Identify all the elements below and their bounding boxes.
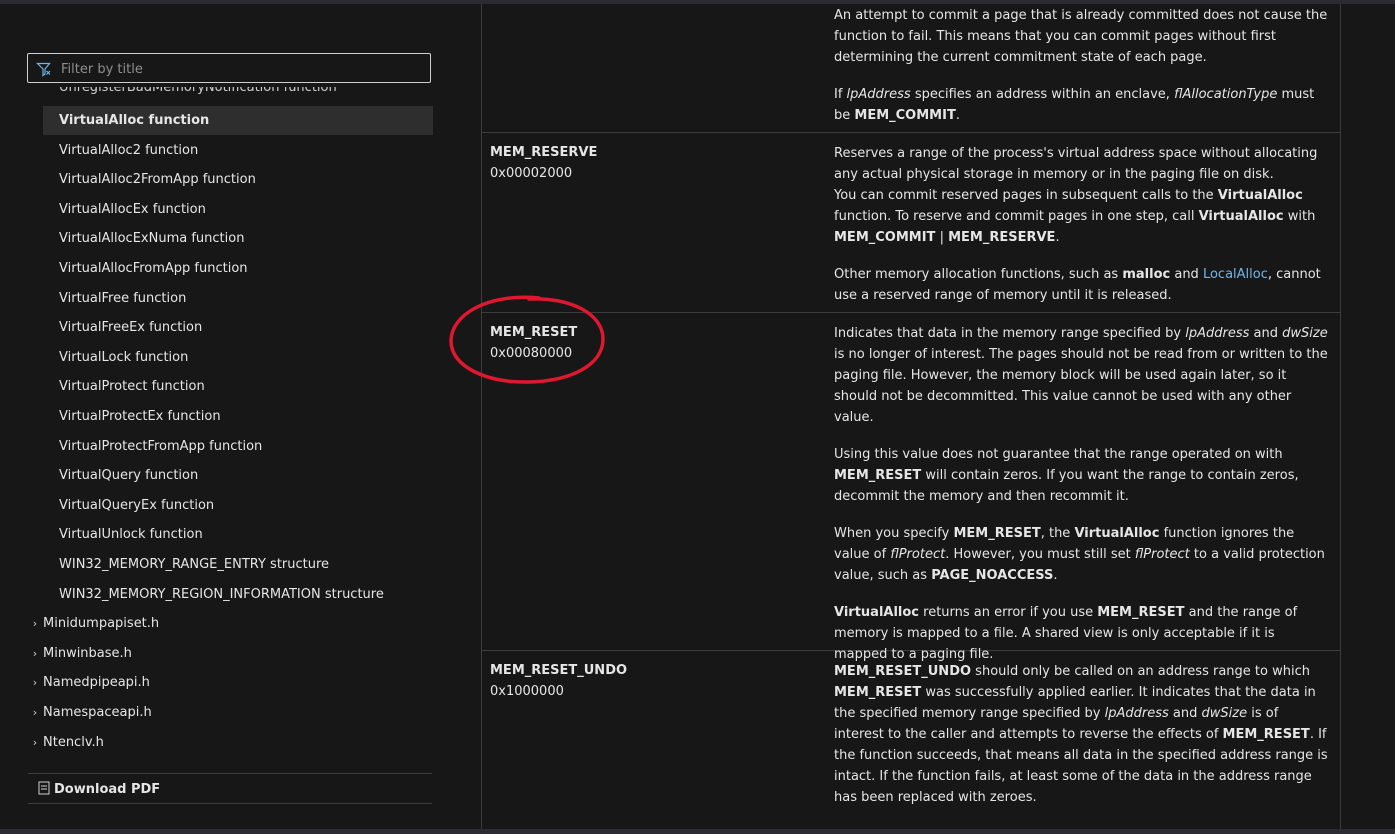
divider: [28, 803, 432, 804]
divider: [28, 773, 432, 774]
filter-icon: [36, 62, 51, 77]
paragraph: VirtualAlloc returns an error if you use…: [834, 605, 1298, 662]
constant-name: MEM_RESET_UNDO: [490, 663, 628, 678]
toc-item-virtualalloc[interactable]: VirtualAlloc function: [43, 106, 433, 135]
toc-group-label: Minwinbase.h: [43, 646, 132, 661]
table-border: [481, 4, 482, 829]
pdf-icon: [38, 781, 50, 795]
toc-item[interactable]: VirtualUnlock function: [43, 520, 433, 549]
toc-item[interactable]: VirtualProtectFromApp function: [43, 432, 433, 461]
paragraph: When you specify MEM_RESET, the VirtualA…: [834, 526, 1325, 583]
toc-item[interactable]: VirtualFree function: [43, 284, 433, 313]
paragraph: Using this value does not guarantee that…: [834, 447, 1299, 504]
toc-item-clipped[interactable]: UnregisterBadMemoryNotification function: [59, 87, 337, 95]
chevron-right-icon: ›: [32, 706, 38, 719]
toc-item[interactable]: VirtualAllocExNuma function: [43, 224, 433, 253]
paragraph: Indicates that data in the memory range …: [834, 326, 1328, 425]
localalloc-link[interactable]: LocalAlloc: [1203, 267, 1268, 282]
constant-value: 0x1000000: [490, 684, 564, 699]
toc-group[interactable]: › Minidumpapiset.h: [27, 609, 433, 638]
toc-group[interactable]: › Ntenclv.h: [27, 728, 433, 757]
toc-group[interactable]: › Minwinbase.h: [27, 639, 433, 668]
table-border: [1340, 4, 1341, 829]
download-pdf-link[interactable]: Download PDF: [38, 779, 160, 801]
toc-group-label: Namespaceapi.h: [43, 705, 152, 720]
chevron-right-icon: ›: [32, 736, 38, 749]
toc-item[interactable]: VirtualProtectEx function: [43, 402, 433, 431]
filter-input[interactable]: [59, 57, 423, 81]
toc-group[interactable]: › Namedpipeapi.h: [27, 668, 433, 697]
paragraph: MEM_RESET_UNDO should only be called on …: [834, 664, 1328, 805]
constant-value: 0x00002000: [490, 166, 573, 181]
toc-list: UnregisterBadMemoryNotification function…: [27, 87, 433, 767]
table-row-description: MEM_RESET_UNDO should only be called on …: [834, 661, 1332, 824]
toc-item[interactable]: VirtualLock function: [43, 343, 433, 372]
toc-item[interactable]: VirtualAlloc2 function: [43, 136, 433, 165]
window-bottom-edge: [0, 829, 1395, 834]
constant-name: MEM_RESERVE: [490, 145, 598, 160]
toc-item[interactable]: WIN32_MEMORY_REGION_INFORMATION structur…: [43, 580, 433, 609]
toc-item[interactable]: VirtualQuery function: [43, 461, 433, 490]
toc-item[interactable]: VirtualAllocFromApp function: [43, 254, 433, 283]
chevron-right-icon: ›: [32, 647, 38, 660]
filter-box[interactable]: [27, 53, 431, 83]
paragraph: Reserves a range of the process's virtua…: [834, 146, 1318, 245]
table-row-description: Reserves a range of the process's virtua…: [834, 143, 1332, 322]
table-row-description: An attempt to commit a page that is alre…: [834, 5, 1332, 142]
toc-sidebar: UnregisterBadMemoryNotification function…: [0, 4, 460, 829]
toc-item[interactable]: VirtualQueryEx function: [43, 491, 433, 520]
paragraph: An attempt to commit a page that is alre…: [834, 8, 1328, 65]
toc-item[interactable]: VirtualAllocEx function: [43, 195, 433, 224]
toc-group[interactable]: › Namespaceapi.h: [27, 698, 433, 727]
toc-item[interactable]: VirtualProtect function: [43, 372, 433, 401]
toc-item[interactable]: WIN32_MEMORY_RANGE_ENTRY structure: [43, 550, 433, 579]
download-pdf-label: Download PDF: [54, 782, 161, 797]
toc-group-label: Namedpipeapi.h: [43, 675, 150, 690]
paragraph: Other memory allocation functions, such …: [834, 267, 1321, 303]
paragraph: If lpAddress specifies an address within…: [834, 87, 1315, 123]
chevron-right-icon: ›: [32, 617, 38, 630]
toc-item[interactable]: VirtualFreeEx function: [43, 313, 433, 342]
toc-group-label: Ntenclv.h: [43, 735, 104, 750]
toc-group-label: Minidumpapiset.h: [43, 616, 160, 631]
chevron-right-icon: ›: [32, 676, 38, 689]
annotation-circle: [449, 295, 605, 384]
table-row-description: Indicates that data in the memory range …: [834, 323, 1332, 681]
toc-item[interactable]: VirtualAlloc2FromApp function: [43, 165, 433, 194]
